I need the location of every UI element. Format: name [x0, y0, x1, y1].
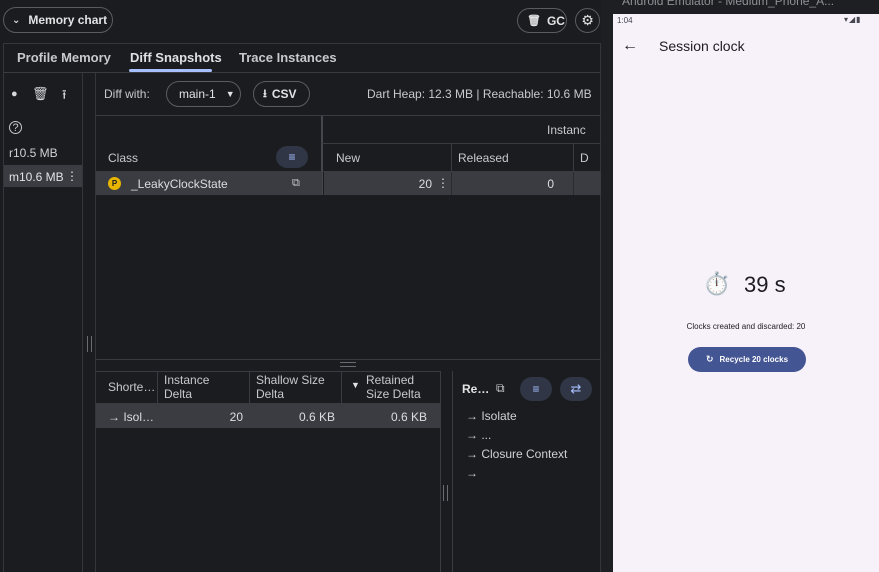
column-divider: [451, 172, 452, 195]
divider: [440, 371, 441, 572]
divider: [96, 115, 601, 116]
instance-delta-cell: 20: [229, 410, 243, 424]
retaining-path-line: → Closure Context: [466, 447, 568, 461]
filter-icon: ≡: [532, 382, 540, 396]
retaining-path-title: Re…: [462, 382, 490, 396]
chevron-down-icon: ⌄: [12, 14, 21, 26]
status-time: 1:04: [617, 16, 633, 25]
record-snapshot-icon[interactable]: ●: [11, 88, 18, 100]
export-icon[interactable]: ⭱: [62, 86, 67, 108]
divider: [452, 371, 453, 572]
column-header-shallow-size-delta[interactable]: Shallow Size Delta: [256, 373, 326, 401]
column-header-new[interactable]: New: [336, 151, 360, 165]
divider: [322, 143, 601, 144]
instances-group-header: Instanc: [547, 123, 586, 137]
more-vert-icon[interactable]: ⋮: [66, 169, 78, 183]
path-cell: → Isol…: [108, 410, 155, 424]
app-title: Session clock: [659, 38, 745, 54]
swap-direction-button[interactable]: ⇄: [560, 377, 592, 401]
tab-profile-memory[interactable]: Profile Memory: [17, 50, 111, 65]
column-divider: [573, 172, 574, 195]
sort-descending-icon: ▼: [351, 380, 360, 390]
splitter-grip-icon[interactable]: [87, 336, 92, 352]
download-icon: ⭳: [263, 87, 267, 100]
retaining-path-line: → ...: [466, 428, 492, 442]
help-icon[interactable]: ?: [9, 121, 22, 134]
shallow-size-cell: 0.6 KB: [298, 410, 335, 424]
emulator-window-title: Android Emulator - Medium_Phone_A...: [622, 0, 835, 8]
background-window: [601, 0, 613, 572]
gear-icon: ⚙: [581, 12, 594, 28]
gc-button[interactable]: 🗑 GC: [517, 8, 567, 33]
horizontal-splitter[interactable]: [96, 359, 601, 360]
dropdown-value: main-1: [179, 87, 216, 101]
filter-button[interactable]: ≡: [520, 377, 552, 401]
column-header-shortest-path[interactable]: Shorte…: [108, 380, 155, 394]
table-row-cells[interactable]: [324, 172, 601, 195]
copy-icon[interactable]: ⧉: [496, 381, 505, 396]
copy-icon[interactable]: ⧉: [292, 177, 300, 190]
divider: [96, 371, 440, 372]
diff-with-dropdown[interactable]: main-1 ▼: [166, 81, 241, 107]
caret-down-icon: ▼: [225, 89, 235, 99]
csv-label: CSV: [271, 87, 297, 101]
status-icons: ▾◢▮: [844, 15, 862, 24]
divider: [3, 43, 607, 44]
status-bar: [613, 14, 879, 27]
back-arrow-icon[interactable]: ←: [622, 37, 638, 55]
released-count: 0: [547, 177, 554, 191]
class-name: _LeakyClockState: [131, 177, 228, 191]
retaining-path-line: →: [466, 466, 478, 480]
divider: [95, 73, 96, 572]
retaining-path-line: → Isolate: [466, 409, 517, 423]
refresh-icon: ↻: [705, 354, 714, 364]
memory-chart-label: Memory chart: [28, 13, 108, 27]
snapshot-item[interactable]: r10.5 MB: [9, 146, 58, 160]
more-vert-icon[interactable]: ⋮: [437, 176, 449, 190]
swap-icon: ⇄: [570, 381, 582, 396]
package-badge: P: [108, 177, 121, 190]
column-header-class[interactable]: Class: [108, 151, 138, 165]
tab-diff-snapshots[interactable]: Diff Snapshots: [130, 50, 222, 65]
elapsed-seconds: 39 s: [744, 272, 786, 297]
column-header-instance-delta[interactable]: Instance Delta: [164, 373, 234, 401]
delete-snapshots-icon[interactable]: 🗑: [32, 86, 49, 102]
trash-icon: 🗑: [527, 15, 541, 27]
retained-size-cell: 0.6 KB: [390, 410, 427, 424]
divider: [3, 72, 600, 73]
column-header-released[interactable]: Released: [458, 151, 509, 165]
column-header-retained-size-delta[interactable]: Retained Size Delta: [366, 373, 436, 401]
splitter-grip-icon[interactable]: [443, 485, 448, 501]
snapshot-item-label: m10.6 MB: [9, 170, 64, 184]
diff-with-label: Diff with:: [104, 87, 150, 101]
heap-info: Dart Heap: 12.3 MB | Reachable: 10.6 MB: [367, 87, 592, 101]
stopwatch-icon: ⏱️: [703, 271, 731, 296]
recycle-clocks-button[interactable]: ↻ Recycle 20 clocks: [688, 347, 806, 372]
column-header-delta[interactable]: D: [580, 151, 589, 165]
gc-label: GC: [546, 13, 565, 28]
memory-chart-toggle[interactable]: ⌄ Memory chart: [3, 7, 113, 33]
splitter-grip-icon[interactable]: [340, 362, 356, 367]
settings-button[interactable]: ⚙: [575, 8, 600, 33]
clocks-created-text: Clocks created and discarded: 20: [686, 322, 806, 331]
recycle-label: Recycle 20 clocks: [719, 355, 789, 364]
csv-export-button[interactable]: ⭳ CSV: [253, 81, 310, 107]
filter-icon: ≡: [288, 150, 296, 164]
tab-trace-instances[interactable]: Trace Instances: [239, 50, 337, 65]
filter-button[interactable]: ≡: [276, 146, 308, 168]
new-count: 20: [418, 177, 432, 191]
